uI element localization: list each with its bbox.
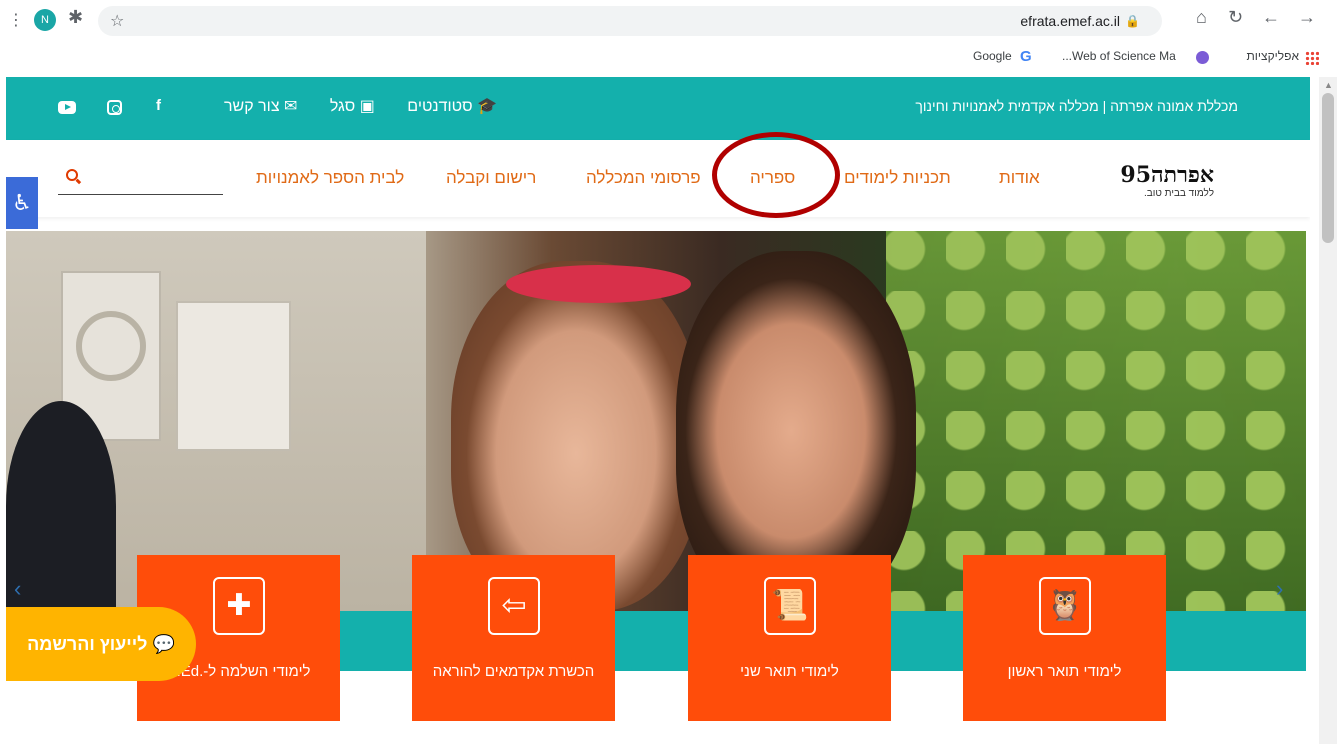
profile-avatar[interactable]: N — [34, 9, 56, 31]
hero-foliage — [886, 231, 1306, 611]
bookmarks-bar: אפליקציות Web of Science Ma... G Google — [0, 42, 1339, 72]
wos-favicon-icon — [1196, 51, 1209, 64]
bookmark-star-icon[interactable]: ☆ — [110, 11, 124, 31]
staff-link[interactable]: ▣ סגל — [316, 98, 375, 115]
hero-window — [176, 301, 291, 451]
library-highlight-circle — [712, 132, 840, 218]
hero-headband — [506, 265, 691, 303]
forward-icon[interactable]: → — [1298, 8, 1316, 26]
search-icon[interactable] — [66, 169, 78, 181]
tile-label: הכשרת אקדמאים להוראה — [432, 663, 595, 680]
logo-text: אפרתה95 — [1120, 162, 1214, 188]
contact-link[interactable]: ✉ צור קשר — [210, 98, 297, 115]
extensions-icon[interactable]: ✱ — [68, 8, 83, 26]
hero-photo: ‹ › — [6, 231, 1306, 611]
accessibility-icon[interactable]: ♿ — [6, 177, 38, 229]
bookmark-google[interactable]: Google — [973, 49, 1012, 63]
more-menu-icon[interactable]: ⋮ — [8, 10, 24, 30]
browser-toolbar: ⋮ N ✱ ☆ efrata.emef.ac.il 🔒 ⌂ ↻ ← → — [0, 0, 1339, 42]
college-name: מכללת אמונה אפרתה | מכללה אקדמית לאמנויו… — [915, 98, 1238, 114]
facebook-icon[interactable]: f — [156, 97, 161, 114]
nav-about[interactable]: אודות — [999, 168, 1040, 188]
url-text: efrata.emef.ac.il — [1020, 13, 1120, 29]
nav-programs[interactable]: תכניות לימודים — [844, 168, 951, 188]
page-scrollbar[interactable]: ▲ — [1319, 77, 1337, 744]
logo-tagline: ללמוד בבית טוב. — [1143, 188, 1214, 199]
apps-grid-icon[interactable] — [1305, 51, 1319, 65]
tile-master[interactable]: 📜 לימודי תואר שני — [688, 555, 891, 721]
lock-icon[interactable]: 🔒 — [1125, 14, 1140, 28]
nav-art-school[interactable]: לבית הספר לאמנויות — [256, 168, 404, 188]
tile-teaching-cert[interactable]: ⇦ הכשרת אקדמאים להוראה — [412, 555, 615, 721]
hero-person-back — [6, 401, 116, 611]
youtube-icon[interactable] — [58, 101, 76, 114]
home-icon[interactable]: ⌂ — [1196, 8, 1207, 26]
carousel-next-icon[interactable]: › — [1276, 576, 1283, 602]
nav-publications[interactable]: פרסומי המכללה — [586, 168, 701, 188]
google-favicon-icon: G — [1020, 48, 1032, 65]
nav-registration[interactable]: רישום וקבלה — [446, 168, 536, 188]
consult-label: לייעוץ והרשמה — [27, 634, 148, 654]
carousel-prev-icon[interactable]: ‹ — [14, 576, 21, 602]
bookmark-apps[interactable]: אפליקציות — [1247, 49, 1299, 63]
scroll-thumb[interactable] — [1322, 93, 1334, 243]
chat-icon: 💬 — [152, 634, 175, 654]
puzzle-icon: ✚ — [213, 577, 265, 635]
tile-label: לימודי תואר ראשון — [1007, 663, 1122, 680]
college-logo[interactable]: אפרתה95 ללמוד בבית טוב. — [1104, 162, 1214, 202]
reload-icon[interactable]: ↻ — [1228, 8, 1243, 26]
tile-label: לימודי תואר שני — [740, 663, 839, 680]
students-link[interactable]: 🎓 סטודנטים — [393, 98, 497, 115]
med-scroll-icon: 📜 — [764, 577, 816, 635]
top-info-bar: f 🎓 סטודנטים ▣ סגל ✉ צור קשר מכללת אמונה… — [6, 77, 1310, 140]
topbar-links: 🎓 סטודנטים ▣ סגל ✉ צור קשר — [196, 96, 497, 116]
hero-fan — [76, 311, 146, 381]
easel-icon: ⇦ — [488, 577, 540, 635]
search-input[interactable] — [58, 194, 223, 195]
bookmark-web-of-science[interactable]: Web of Science Ma... — [1062, 49, 1176, 63]
consult-register-button[interactable]: 💬 לייעוץ והרשמה — [6, 607, 196, 681]
owl-icon: 🦉 — [1039, 577, 1091, 635]
back-icon[interactable]: ← — [1262, 8, 1280, 26]
instagram-icon[interactable] — [107, 100, 122, 115]
web-page: f 🎓 סטודנטים ▣ סגל ✉ צור קשר מכללת אמונה… — [6, 77, 1310, 744]
tile-bachelor[interactable]: 🦉 לימודי תואר ראשון — [963, 555, 1166, 721]
scroll-up-icon[interactable]: ▲ — [1324, 80, 1333, 90]
address-bar[interactable]: ☆ efrata.emef.ac.il 🔒 — [98, 6, 1162, 36]
main-nav: אפרתה95 ללמוד בבית טוב. אודות תכניות לימ… — [6, 140, 1310, 217]
